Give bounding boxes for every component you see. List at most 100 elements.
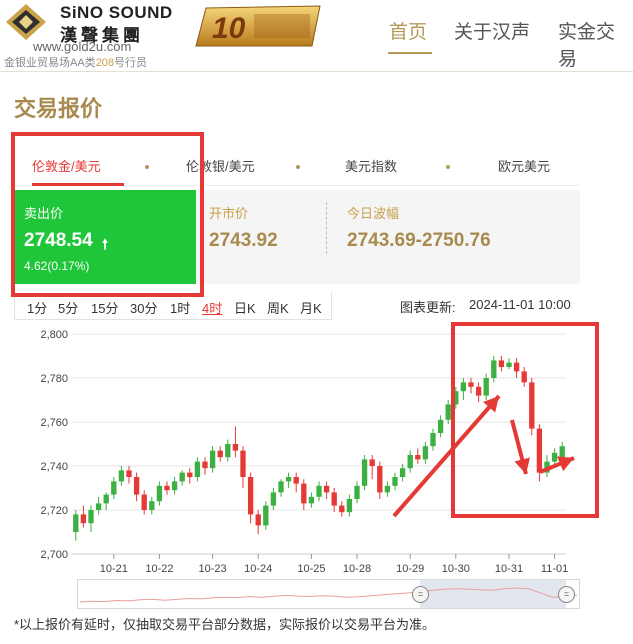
candle-body: [263, 505, 269, 526]
y-tick-label: 2,760: [40, 417, 68, 429]
y-tick-label: 2,780: [40, 373, 68, 385]
candle-body: [88, 510, 94, 524]
open-price-value: 2743.92: [209, 230, 278, 251]
candle-body: [118, 470, 125, 482]
candle-body: [308, 496, 315, 504]
candle-body: [323, 485, 330, 493]
candle-body: [293, 477, 299, 484]
candle-body: [171, 481, 178, 491]
candle-body: [301, 483, 307, 504]
chart-update-time: 2024-11-01 10:00: [469, 297, 571, 312]
candle-body: [354, 485, 360, 499]
candle-body: [285, 477, 292, 482]
candle-body: [346, 499, 353, 513]
candle-body: [232, 444, 239, 451]
candle-body: [247, 477, 254, 515]
period-5m[interactable]: 5分: [58, 298, 78, 317]
candle-body: [430, 433, 436, 447]
period-month[interactable]: 月K: [300, 298, 322, 317]
candle-body: [225, 444, 231, 458]
candle-body: [73, 514, 79, 532]
nav-physical-gold[interactable]: 实金交易: [558, 17, 633, 71]
tab-eur-usd[interactable]: 欧元美元: [498, 156, 550, 175]
disclaimer-footnote: *以上报价有延时，仅抽取交易平台部分数据，实际报价以交易平台为准。: [14, 617, 436, 632]
x-tick-label: 10-28: [343, 563, 371, 575]
period-30m[interactable]: 30分: [130, 298, 157, 317]
candle-body: [156, 485, 163, 502]
x-tick-label: 10-29: [396, 563, 424, 575]
candle-body: [437, 419, 444, 433]
sino-sound-logo-icon[interactable]: [4, 2, 48, 42]
candle-body: [415, 455, 421, 460]
navigator-series-line: [79, 587, 578, 603]
license-suffix: 号行员: [114, 57, 148, 69]
candle-body: [179, 472, 185, 482]
candle-body: [422, 446, 429, 460]
quote-divider: [326, 202, 327, 254]
highlight-chart-box: [451, 322, 599, 518]
license-number: 208: [95, 57, 115, 69]
day-range-label: 今日波幅: [347, 206, 400, 221]
candle-body: [194, 461, 201, 477]
nav-home[interactable]: 首页: [389, 17, 427, 44]
site-header: SiNO SOUND 漢聲集團 www.gold2u.com 金银业贸易场AA类…: [0, 0, 633, 72]
candle-body: [126, 470, 132, 477]
period-1m[interactable]: 1分: [27, 298, 47, 317]
y-tick-label: 2,720: [40, 505, 68, 517]
period-week[interactable]: 周K: [267, 298, 289, 317]
day-range-value: 2743.69-2750.76: [347, 230, 491, 251]
nav-active-underline: [388, 52, 432, 54]
license-text: 金银业贸易场AA类208号行员: [4, 54, 147, 70]
navigator-left-handle[interactable]: =: [412, 586, 429, 603]
license-prefix: 金银业贸易场AA类: [4, 57, 96, 69]
candle-body: [80, 514, 87, 524]
candle-body: [270, 492, 277, 506]
candle-body: [407, 455, 413, 469]
tab-separator-dot: [446, 165, 450, 169]
chart-navigator[interactable]: = =: [77, 579, 580, 609]
navigator-right-handle[interactable]: =: [558, 586, 575, 603]
page-title: 交易报价: [14, 96, 103, 121]
candle-body: [361, 459, 368, 486]
candle-body: [240, 450, 246, 477]
candle-body: [339, 505, 345, 513]
nav-about[interactable]: 关于汉声: [454, 17, 530, 44]
tab-dollar-index[interactable]: 美元指数: [345, 156, 397, 175]
candle-body: [331, 492, 337, 506]
x-tick-label: 10-25: [297, 563, 325, 575]
period-1h[interactable]: 1时: [170, 298, 190, 317]
anniversary-badge-icon: 10: [195, 5, 321, 47]
candle-body: [316, 485, 322, 497]
period-15m[interactable]: 15分: [91, 298, 118, 317]
candle-body: [164, 485, 170, 491]
candle-body: [217, 450, 223, 458]
candle-body: [399, 468, 406, 477]
x-tick-label: 11-01: [541, 563, 568, 575]
brand-name-en: SiNO SOUND: [60, 3, 173, 22]
svg-text:10: 10: [212, 12, 246, 45]
x-tick-label: 10-31: [495, 563, 523, 575]
candle-body: [103, 494, 109, 504]
period-4h[interactable]: 4时: [202, 298, 222, 317]
x-tick-label: 10-24: [244, 563, 272, 575]
candle-body: [95, 503, 102, 510]
period-day[interactable]: 日K: [234, 298, 256, 317]
open-price-label: 开市价: [209, 206, 249, 221]
y-tick-label: 2,800: [40, 329, 68, 341]
candle-body: [133, 477, 140, 495]
candle-body: [202, 461, 208, 469]
tab-separator-dot: [296, 165, 300, 169]
site-url: www.gold2u.com: [33, 39, 132, 54]
candle-body: [369, 459, 375, 466]
candle-body: [149, 501, 155, 510]
candle-body: [209, 450, 216, 469]
candle-body: [384, 485, 391, 493]
x-tick-label: 10-21: [100, 563, 128, 575]
candle-body: [278, 481, 284, 493]
chart-update-label: 图表更新:: [400, 300, 456, 315]
candle-body: [392, 477, 398, 486]
x-tick-label: 10-30: [442, 563, 470, 575]
y-tick-label: 2,740: [40, 461, 68, 473]
x-tick-label: 10-22: [145, 563, 173, 575]
y-tick-label: 2,700: [40, 549, 68, 561]
